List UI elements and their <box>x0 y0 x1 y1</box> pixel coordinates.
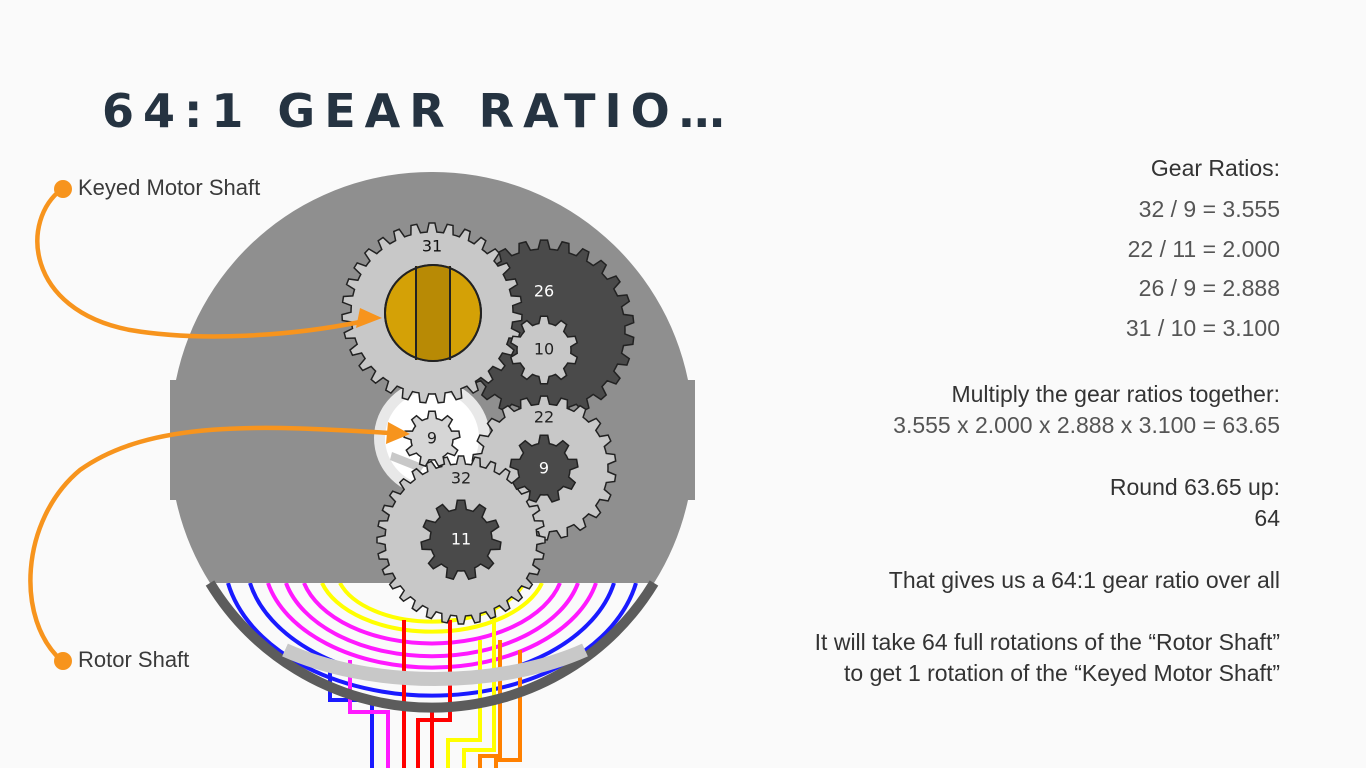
ratio-line: 26 / 9 = 2.888 <box>1138 275 1280 301</box>
gear-label-9-rotor: 9 <box>427 429 437 448</box>
multiply-result: 3.555 x 2.000 x 2.888 x 3.100 = 63.65 <box>893 412 1280 438</box>
gear-label-26: 26 <box>534 282 554 301</box>
keyed-motor-shaft-label: Keyed Motor Shaft <box>78 175 261 200</box>
ratio-line: 31 / 10 = 3.100 <box>1125 314 1280 341</box>
rotor-shaft-dot <box>54 652 72 670</box>
gear-ratios-heading: Gear Ratios: <box>1150 155 1280 181</box>
ratio-line: 32 / 9 = 3.555 <box>1138 196 1280 222</box>
conclusion-line-1: It will take 64 full rotations of the “R… <box>814 629 1280 655</box>
gear-label-22: 22 <box>534 408 554 427</box>
gear-label-31: 31 <box>422 237 442 256</box>
keyed-shaft-dot <box>54 180 72 198</box>
keyed-motor-shaft <box>384 264 482 362</box>
conclusion-line-2: to get 1 rotation of the “Keyed Motor Sh… <box>844 660 1280 686</box>
gear-label-9: 9 <box>539 459 549 478</box>
multiply-heading: Multiply the gear ratios together: <box>951 381 1280 407</box>
round-heading: Round 63.65 up: <box>1109 474 1280 500</box>
gear-ratio-panel: Gear Ratios: 32 / 9 = 3.555 22 / 11 = 2.… <box>720 152 1280 689</box>
rotor-shaft-label: Rotor Shaft <box>78 647 190 672</box>
round-result: 64 <box>1254 505 1280 531</box>
gear-label-32: 32 <box>451 469 471 488</box>
summary-text: That gives us a 64:1 gear ratio over all <box>888 567 1280 593</box>
gear-label-11: 11 <box>451 530 471 549</box>
ratio-line: 22 / 11 = 2.000 <box>1127 235 1280 262</box>
gear-label-10: 10 <box>534 340 554 359</box>
